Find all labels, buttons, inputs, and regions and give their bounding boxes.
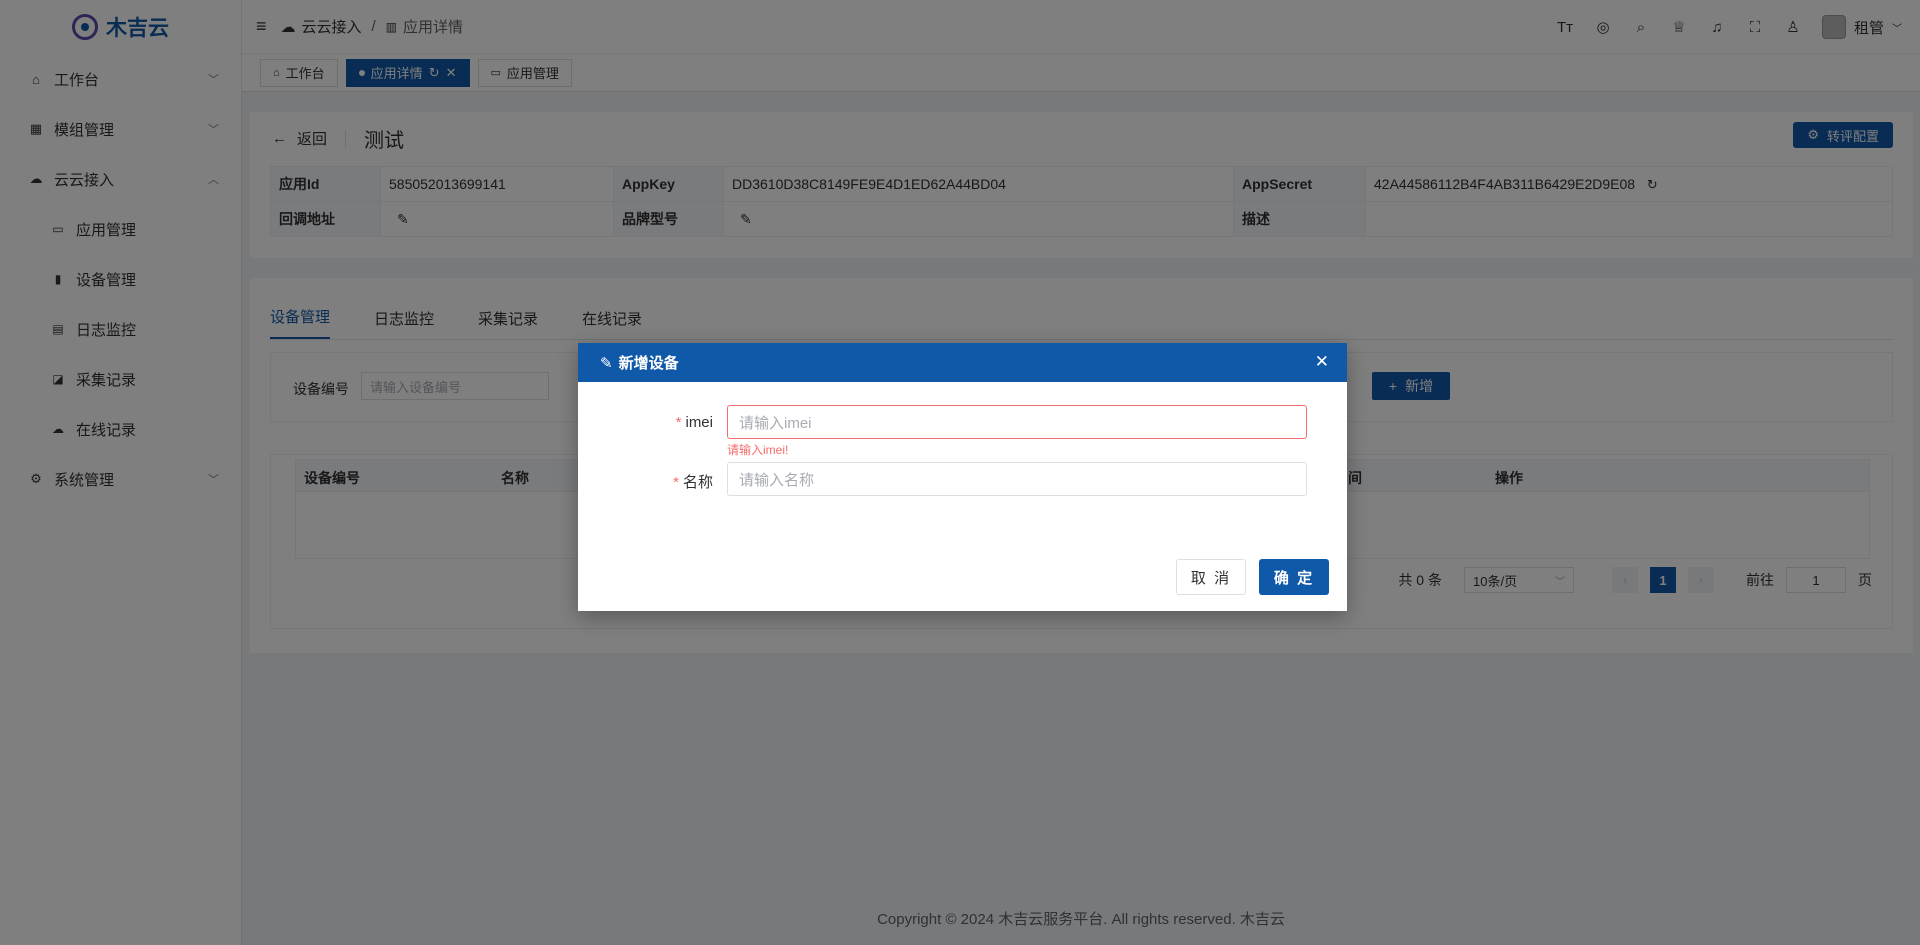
imei-error-message: 请输入imei!	[727, 443, 789, 457]
add-device-dialog: ✎ 新增设备 ✕ * imei 请输入imei 请输入imei! * 名称 请输入名…	[578, 343, 1347, 611]
imei-input[interactable]: 请输入imei	[727, 405, 1307, 439]
dialog-title: 新增设备	[618, 355, 679, 372]
close-icon[interactable]: ✕	[1315, 352, 1329, 372]
confirm-button[interactable]: 确 定	[1259, 559, 1329, 595]
name-label: * 名称	[673, 474, 713, 491]
edit-icon: ✎	[600, 354, 613, 372]
cancel-button[interactable]: 取 消	[1176, 559, 1246, 595]
dialog-header: ✎ 新增设备	[578, 343, 1347, 382]
imei-label: * imei	[675, 414, 713, 431]
name-input[interactable]: 请输入名称	[727, 462, 1307, 496]
